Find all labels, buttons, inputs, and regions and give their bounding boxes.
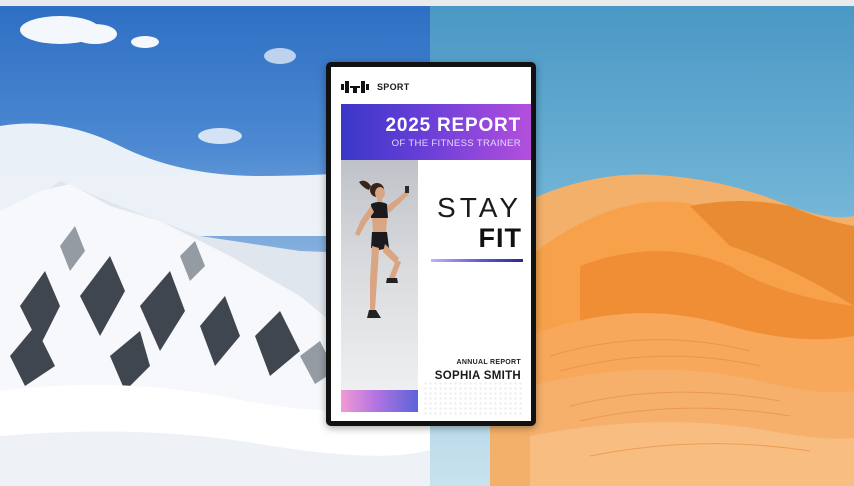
headline-line2: FIT xyxy=(478,223,522,253)
banner-subtitle: OF THE FITNESS TRAINER xyxy=(391,137,521,149)
poster-header: SPORT xyxy=(341,76,410,98)
phone-frame: SPORT 2025 REPORT OF THE FITNESS TRAINER xyxy=(326,62,536,426)
report-label: ANNUAL REPORT xyxy=(456,359,521,366)
gradient-strip xyxy=(341,390,418,412)
report-banner: 2025 REPORT OF THE FITNESS TRAINER xyxy=(341,104,531,160)
background-scene: SPORT 2025 REPORT OF THE FITNESS TRAINER xyxy=(0,6,854,486)
dumbbell-icon xyxy=(341,81,369,93)
banner-title: 2025 REPORT xyxy=(385,114,521,136)
athlete-photo xyxy=(341,160,418,390)
brand-label: SPORT xyxy=(377,82,410,92)
report-cover: SPORT 2025 REPORT OF THE FITNESS TRAINER xyxy=(331,67,531,421)
dot-pattern xyxy=(423,381,523,417)
accent-line xyxy=(431,259,523,262)
headline-line1: STAY xyxy=(437,192,522,223)
